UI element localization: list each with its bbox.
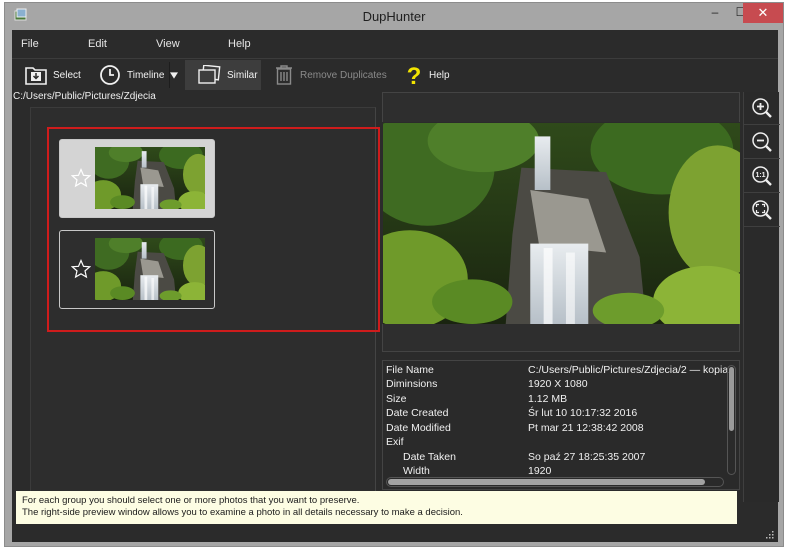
info-value: 1.12 MB bbox=[528, 393, 568, 405]
close-button[interactable]: ✕ bbox=[743, 3, 783, 23]
select-label: Select bbox=[53, 69, 81, 81]
info-key: File Name bbox=[386, 364, 434, 376]
svg-text:1:1: 1:1 bbox=[755, 172, 765, 179]
current-folder-path: C:/Users/Public/Pictures/Zdjecia bbox=[13, 91, 156, 102]
info-key: Diminsions bbox=[386, 378, 438, 390]
timeline-label: Timeline bbox=[127, 69, 165, 81]
menu-file[interactable]: File bbox=[21, 38, 39, 50]
info-key: Width bbox=[403, 465, 430, 477]
info-key: Date Created bbox=[386, 407, 449, 419]
svg-text:?: ? bbox=[407, 63, 422, 87]
zoom-fit-icon bbox=[752, 200, 772, 220]
photo-thumbnail bbox=[95, 147, 205, 209]
help-label: Help bbox=[429, 69, 450, 81]
clock-icon bbox=[100, 65, 120, 85]
menu-help[interactable]: Help bbox=[228, 38, 251, 50]
photo-card[interactable] bbox=[59, 230, 215, 309]
question-mark-icon: ? bbox=[407, 63, 422, 87]
remove-duplicates-label: Remove Duplicates bbox=[300, 69, 387, 81]
zoom-fit-button[interactable] bbox=[744, 194, 780, 227]
info-value: 1920 bbox=[528, 465, 552, 477]
zoom-in-icon bbox=[752, 98, 772, 118]
menu-view[interactable]: View bbox=[156, 38, 180, 50]
resize-grip-icon[interactable] bbox=[766, 531, 774, 539]
horizontal-scrollbar[interactable] bbox=[386, 477, 724, 487]
scrollbar-thumb[interactable] bbox=[388, 479, 705, 485]
info-key: Size bbox=[386, 393, 407, 405]
scrollbar-thumb[interactable] bbox=[729, 367, 734, 431]
select-button[interactable]: Select bbox=[25, 60, 81, 90]
timeline-button[interactable]: Timeline bbox=[99, 60, 164, 90]
status-bar bbox=[12, 524, 778, 542]
folder-import-icon bbox=[25, 67, 47, 85]
info-key: Date Modified bbox=[386, 422, 451, 434]
toolbar: Select Timeline Similar Remove Duplicate… bbox=[12, 60, 778, 90]
hint-bar: For each group you should select one or … bbox=[16, 491, 737, 524]
duplicate-groups-panel bbox=[30, 107, 380, 497]
menu-bar: File Edit View Help bbox=[12, 30, 778, 59]
duplicate-group bbox=[47, 127, 380, 332]
remove-duplicates-button[interactable]: Remove Duplicates bbox=[274, 60, 387, 90]
preview-area-top bbox=[382, 92, 740, 122]
zoom-toolbar: 1:1 bbox=[743, 92, 780, 502]
client-area: File Edit View Help Select Timeline Simi… bbox=[12, 30, 780, 542]
star-icon[interactable] bbox=[71, 259, 91, 279]
file-info-panel: File Name C:/Users/Public/Pictures/Zdjec… bbox=[382, 360, 740, 490]
app-window: DupHunter – ☐ ✕ File Edit View Help Sele… bbox=[4, 2, 784, 547]
info-key: Date Taken bbox=[403, 451, 456, 463]
window-title: DupHunter bbox=[362, 9, 426, 24]
chevron-down-icon bbox=[170, 71, 178, 79]
vertical-scrollbar[interactable] bbox=[727, 365, 736, 475]
photo-card-selected[interactable] bbox=[59, 139, 215, 218]
similar-label: Similar bbox=[227, 69, 258, 81]
preview-area-bottom bbox=[382, 324, 740, 352]
zoom-in-button[interactable] bbox=[744, 92, 780, 125]
info-value: So paź 27 18:25:35 2007 bbox=[528, 451, 646, 463]
zoom-actual-size-icon: 1:1 bbox=[752, 166, 772, 186]
menu-edit[interactable]: Edit bbox=[88, 38, 107, 50]
info-value: Śr lut 10 10:17:32 2016 bbox=[528, 407, 638, 419]
minimize-button[interactable]: – bbox=[702, 3, 728, 23]
trash-icon bbox=[276, 65, 292, 85]
photo-preview[interactable] bbox=[383, 123, 740, 324]
photos-icon bbox=[198, 65, 221, 84]
info-value: Pt mar 21 12:38:42 2008 bbox=[528, 422, 644, 434]
photo-thumbnail bbox=[95, 238, 205, 300]
star-icon[interactable] bbox=[71, 168, 91, 188]
hint-line-2: The right-side preview window allows you… bbox=[22, 507, 463, 518]
info-key: Exif bbox=[386, 436, 404, 448]
zoom-actual-size-button[interactable]: 1:1 bbox=[744, 160, 780, 193]
hint-line-1: For each group you should select one or … bbox=[22, 495, 360, 506]
title-bar: DupHunter – ☐ ✕ bbox=[5, 3, 783, 30]
timeline-dropdown[interactable] bbox=[170, 60, 184, 90]
info-value: C:/Users/Public/Pictures/Zdjecia/2 — kop… bbox=[528, 364, 729, 376]
zoom-out-icon bbox=[752, 132, 772, 152]
zoom-out-button[interactable] bbox=[744, 126, 780, 159]
help-button[interactable]: ? Help bbox=[405, 60, 450, 90]
info-value: 1920 X 1080 bbox=[528, 378, 588, 390]
similar-button[interactable]: Similar bbox=[185, 60, 261, 90]
